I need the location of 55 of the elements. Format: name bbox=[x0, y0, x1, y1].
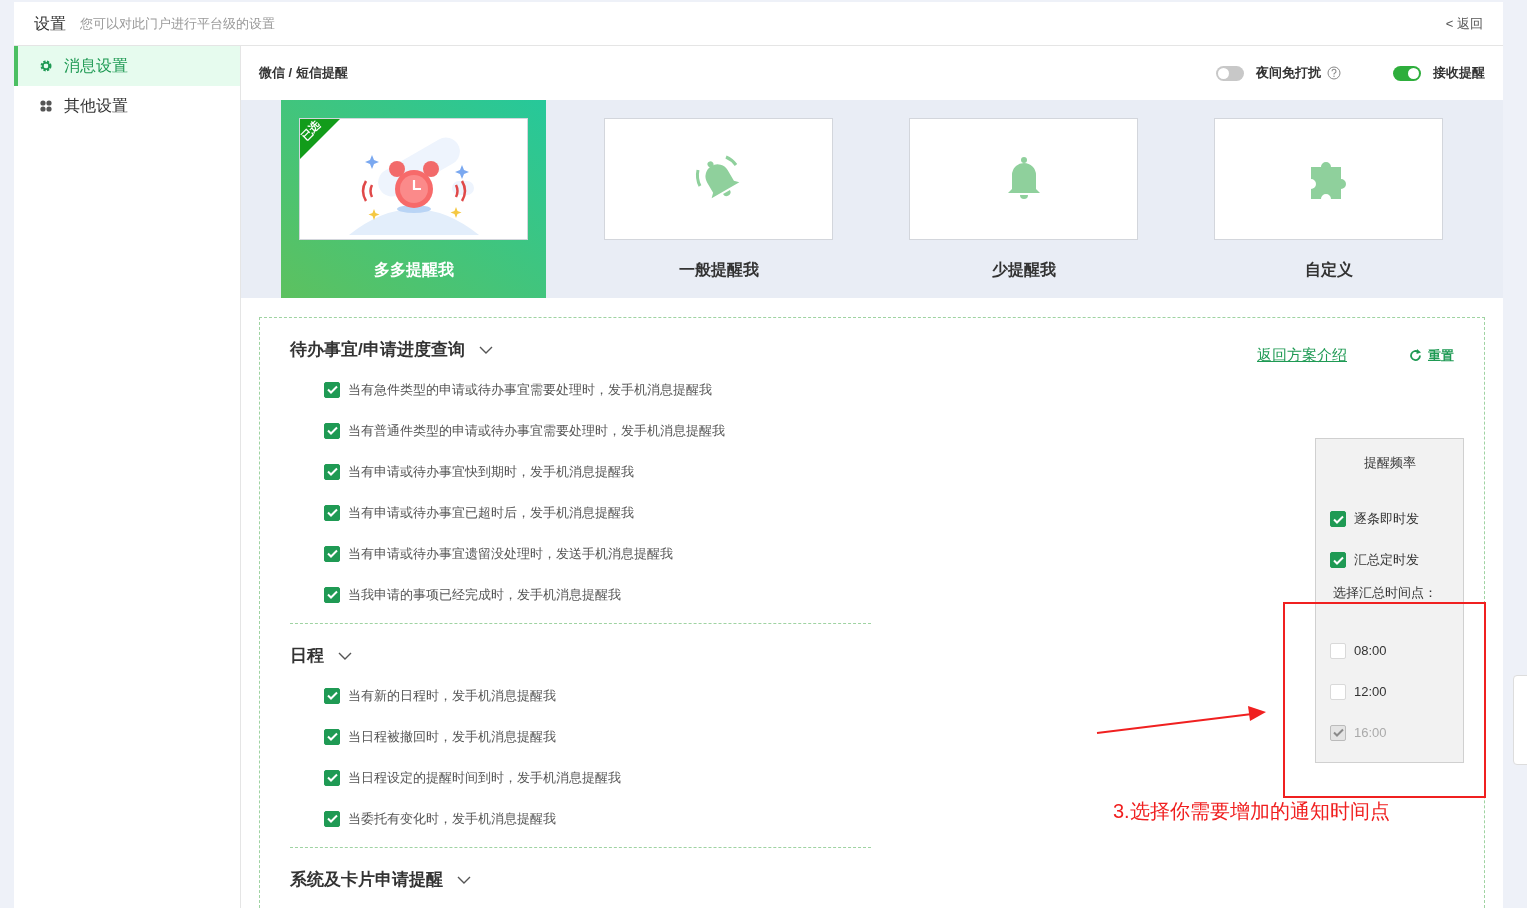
checkbox-label: 当日程被撤回时，发手机消息提醒我 bbox=[348, 727, 556, 746]
section-title: 日程 bbox=[290, 645, 324, 668]
plan-card[interactable]: 已选 多多提醒我 bbox=[281, 100, 546, 298]
checkbox-label: 16:00 bbox=[1354, 723, 1387, 742]
checkbox[interactable] bbox=[324, 687, 340, 704]
back-link[interactable]: < 返回 bbox=[1445, 13, 1483, 34]
checkbox[interactable] bbox=[324, 810, 340, 827]
checkbox-label: 当有急件类型的申请或待办事宜需要处理时，发手机消息提醒我 bbox=[348, 380, 712, 399]
checkbox[interactable] bbox=[324, 504, 340, 521]
help-icon[interactable] bbox=[1327, 66, 1341, 80]
toggle-switch[interactable] bbox=[1216, 65, 1244, 81]
checkbox-label: 汇总定时发 bbox=[1354, 551, 1419, 570]
checkbox-label: 当日程设定的提醒时间到时，发手机消息提醒我 bbox=[348, 768, 621, 787]
sidebar-item[interactable]: 其他设置 bbox=[14, 86, 240, 126]
chevron-icon[interactable] bbox=[478, 345, 493, 355]
ribbon-label: 已选 bbox=[300, 119, 323, 143]
checkbox[interactable] bbox=[1330, 552, 1346, 568]
checkbox-label: 当我申请的事项已经完成时，发手机消息提醒我 bbox=[348, 585, 621, 604]
breadcrumb: 微信 / 短信提醒 bbox=[259, 64, 348, 83]
checkbox-label: 当有新的日程时，发手机消息提醒我 bbox=[348, 686, 556, 705]
section-title: 系统及卡片申请提醒 bbox=[290, 869, 443, 892]
checkbox[interactable] bbox=[1330, 511, 1346, 527]
checkbox[interactable] bbox=[324, 422, 340, 439]
checkbox[interactable] bbox=[324, 769, 340, 786]
dots-icon bbox=[40, 100, 52, 112]
checkbox-label: 12:00 bbox=[1354, 682, 1387, 701]
gear-icon bbox=[40, 60, 52, 72]
section-title: 待办事宜/申请进度查询 bbox=[290, 339, 465, 362]
checkbox[interactable] bbox=[324, 545, 340, 562]
intro-link[interactable]: 返回方案介绍 bbox=[1257, 344, 1347, 367]
refresh-icon bbox=[1409, 348, 1422, 362]
page-subtitle: 您可以对此门户进行平台级的设置 bbox=[80, 14, 275, 33]
checkbox[interactable] bbox=[324, 728, 340, 745]
toggle-label: 夜间免打扰 bbox=[1256, 64, 1321, 83]
checkbox-label: 当有申请或待办事宜快到期时，发手机消息提醒我 bbox=[348, 462, 634, 481]
checkbox-label: 当有申请或待办事宜遗留没处理时，发送手机消息提醒我 bbox=[348, 544, 673, 563]
chevron-icon[interactable] bbox=[338, 651, 352, 661]
checkbox[interactable] bbox=[324, 586, 340, 603]
toggle-label: 接收提醒 bbox=[1433, 64, 1485, 83]
checkbox[interactable] bbox=[324, 463, 340, 480]
sidebar-item[interactable]: 消息设置 bbox=[14, 46, 240, 86]
checkbox-label: 当委托有变化时，发手机消息提醒我 bbox=[348, 809, 556, 828]
checkbox-label: 当有申请或待办事宜已超时后，发手机消息提醒我 bbox=[348, 503, 634, 522]
reset-button[interactable]: 重置 bbox=[1409, 345, 1454, 365]
time-label: 选择汇总时间点： bbox=[1333, 583, 1438, 602]
toggle-switch[interactable] bbox=[1393, 65, 1421, 81]
chevron-icon[interactable] bbox=[457, 875, 471, 885]
checkbox-label: 逐条即时发 bbox=[1354, 510, 1419, 529]
page-title: 设置 bbox=[34, 13, 66, 34]
checkbox-label: 08:00 bbox=[1354, 641, 1387, 660]
panel-title: 提醒频率 bbox=[1362, 454, 1417, 472]
checkbox[interactable] bbox=[324, 381, 340, 398]
annotation-text: 3.选择你需要增加的通知时间点 bbox=[1113, 799, 1390, 824]
ribbon-corner bbox=[300, 119, 340, 159]
checkbox-label: 当有普通件类型的申请或待办事宜需要处理时，发手机消息提醒我 bbox=[348, 421, 725, 440]
